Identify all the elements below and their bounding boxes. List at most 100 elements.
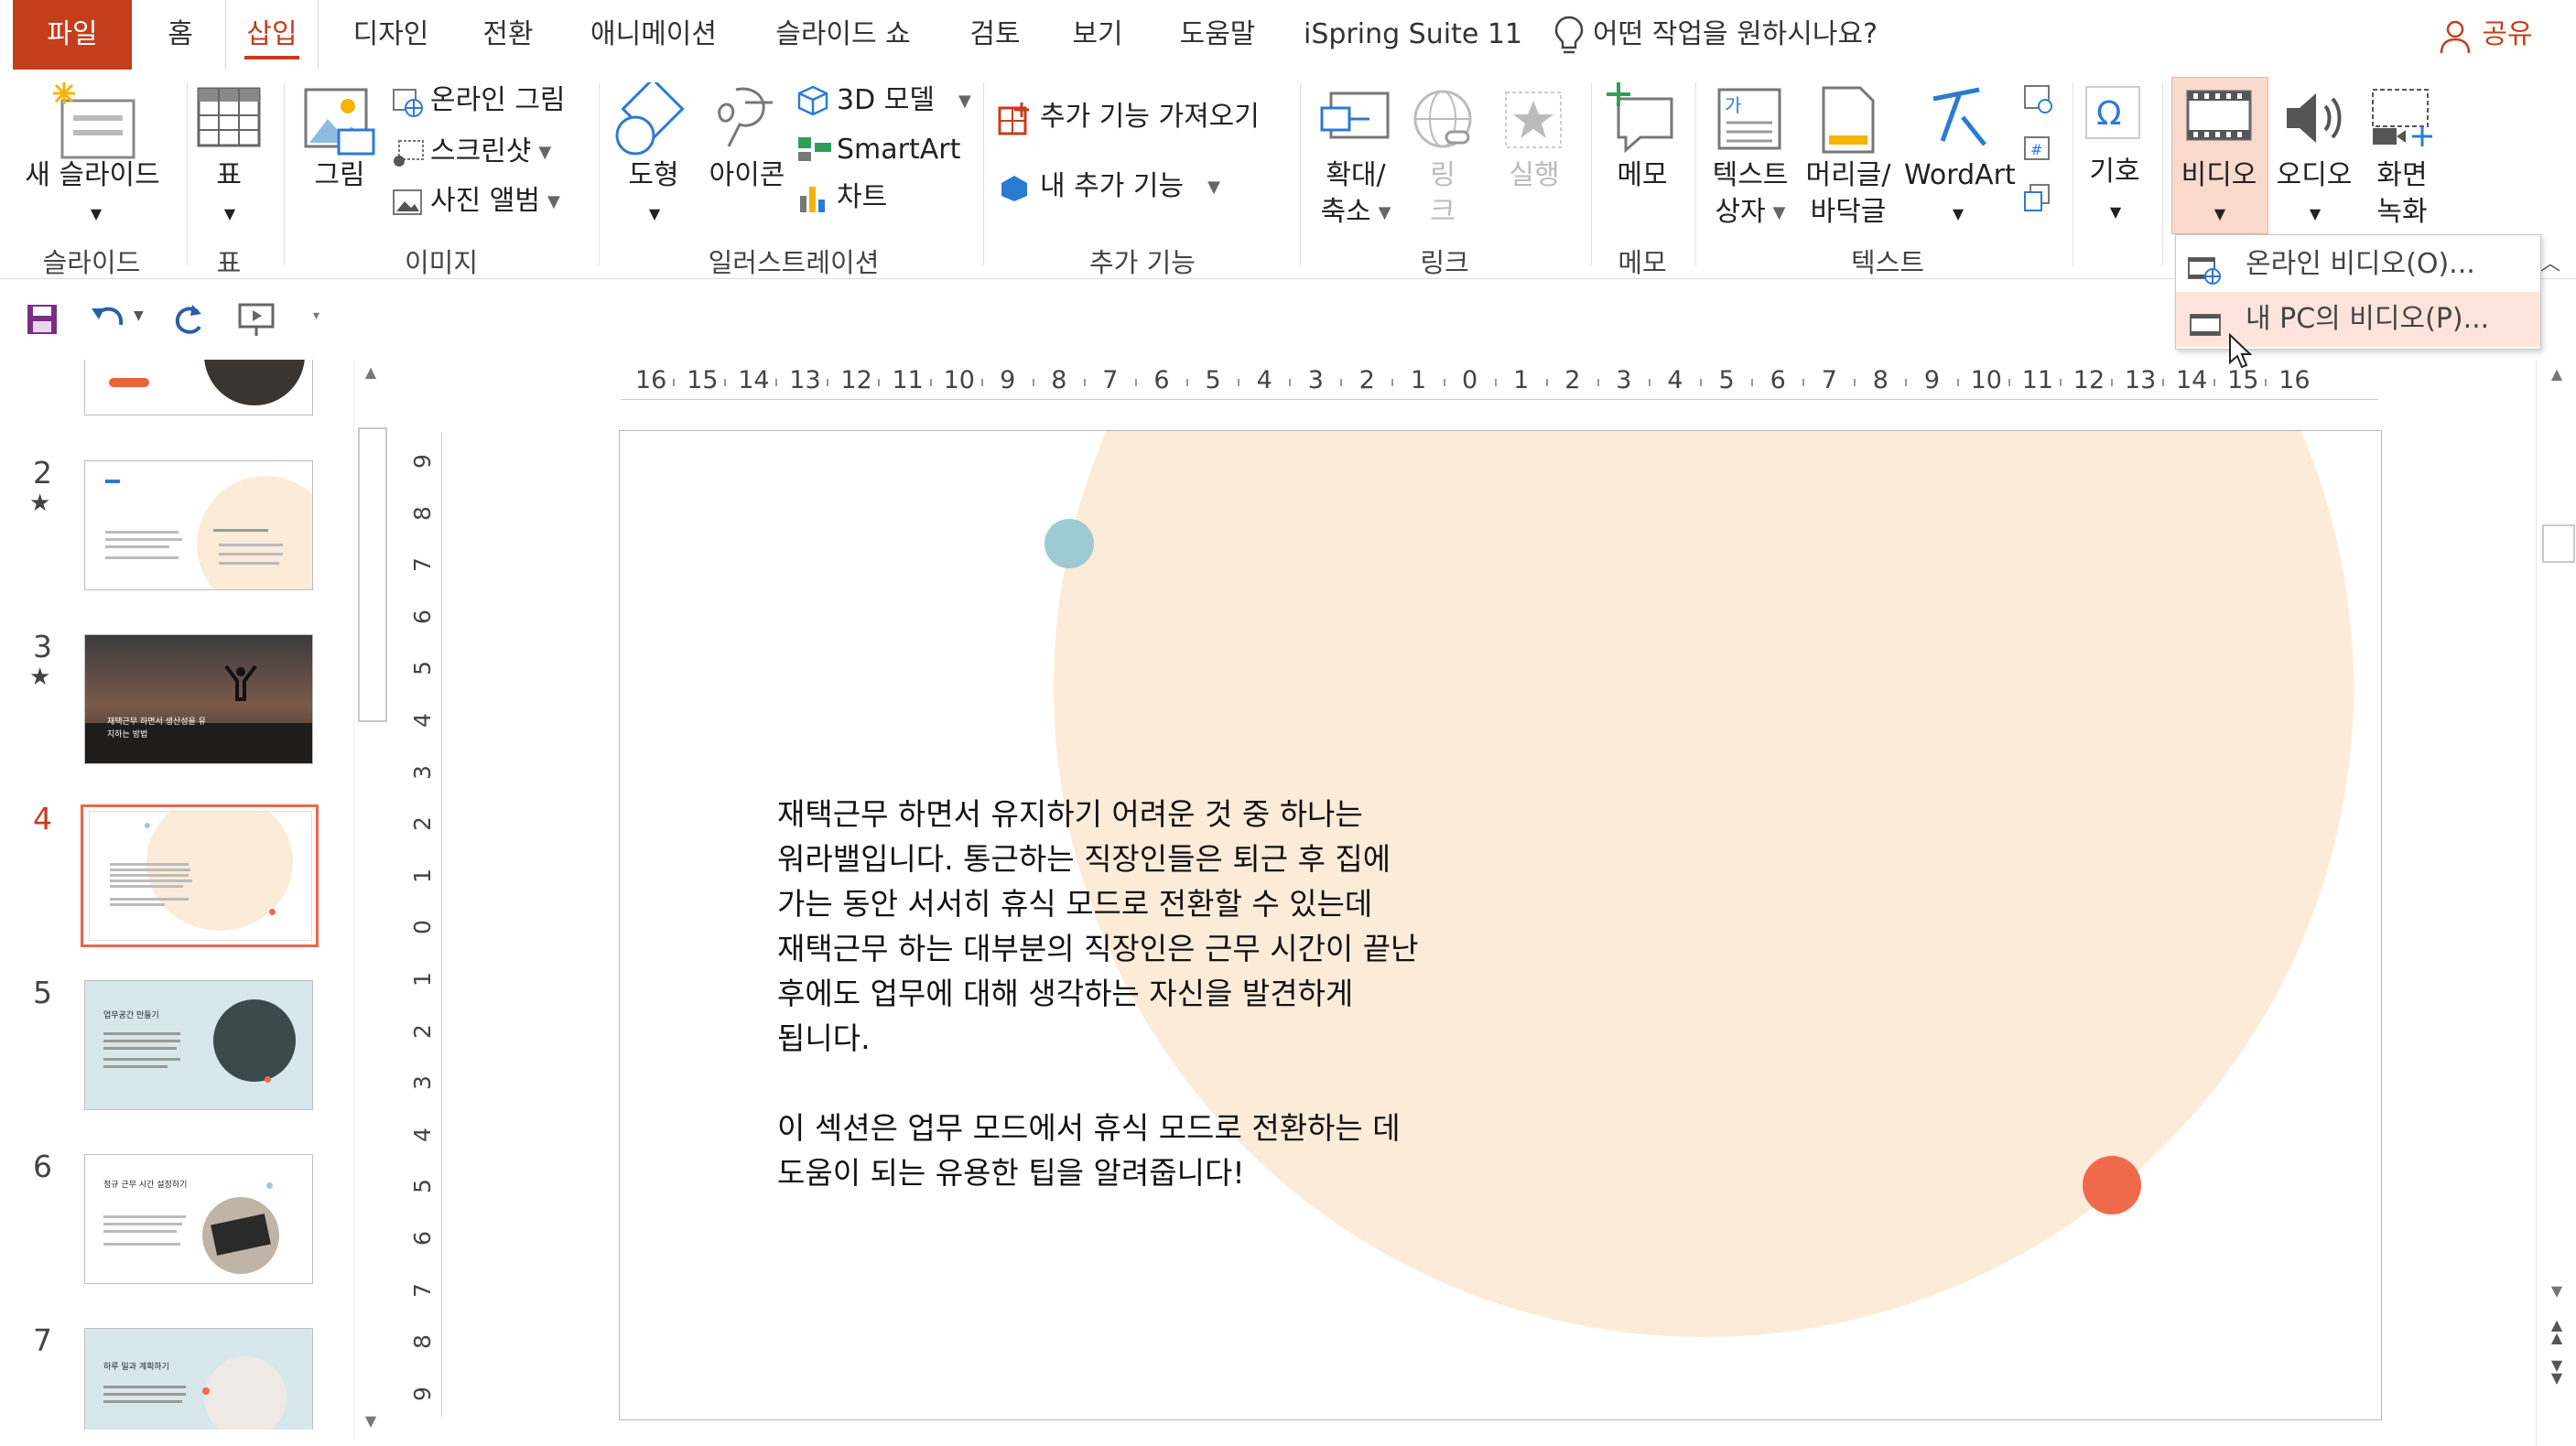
new-slide-button[interactable]: 새 슬라이드 [15, 157, 170, 194]
chevron-down-icon[interactable]: ▼ [641, 196, 668, 232]
scroll-up-icon[interactable]: ▲ [362, 363, 380, 382]
scrollbar-thumb[interactable] [358, 427, 387, 722]
slide-number: 6 [33, 1149, 52, 1184]
online-video-menu-item[interactable]: 온라인 비디오(O)... [2176, 237, 2540, 292]
video-button[interactable]: 비디오 [2173, 157, 2265, 194]
slide-4[interactable]: 재택근무 하면서 유지하기 어려운 것 중 하나는 워라밸입니다. 통근하는 직장… [619, 430, 2382, 1420]
slide-thumbnail-2[interactable] [84, 460, 313, 590]
video-film-icon [2184, 86, 2254, 145]
slide-thumbnail-5[interactable]: 업무공간 만들기 [84, 980, 313, 1110]
symbols-button[interactable]: 기호 [2080, 154, 2149, 190]
thumbnail-scrollbar[interactable]: ▲ ▼ [353, 360, 387, 1440]
chevron-down-icon[interactable]: ▼ [2206, 196, 2234, 232]
comment-button[interactable]: 메모 [1604, 157, 1681, 194]
header-footer-button-line2[interactable]: 바닥글 [1800, 194, 1897, 231]
tab-slideshow[interactable]: 슬라이드 쇼 [765, 0, 921, 70]
slide-thumbnail-4-selected[interactable] [81, 804, 319, 947]
ruler-tick-label: 7 [409, 1282, 436, 1298]
redo-icon[interactable] [170, 301, 207, 338]
smartart-icon [796, 134, 833, 165]
next-slide-icon[interactable]: ▼ ▼ [2546, 1358, 2568, 1387]
chevron-down-icon[interactable]: ▼ [2102, 194, 2129, 231]
link-button-line2[interactable]: 크 [1424, 194, 1461, 231]
text-box-button[interactable]: 텍스트 [1705, 157, 1796, 194]
icons-button[interactable]: 아이콘 [699, 157, 795, 194]
tab-transitions[interactable]: 전환 [476, 0, 540, 70]
text-line: 이 섹션은 업무 모드에서 휴식 모드로 전환하는 데 [777, 1110, 1401, 1146]
presentation-icon[interactable] [236, 299, 276, 340]
tab-animations[interactable]: 애니메이션 [580, 0, 727, 70]
action-button[interactable]: 실행 [1499, 157, 1569, 194]
tab-view[interactable]: 보기 [1067, 0, 1128, 70]
slide-thumbnail-6[interactable]: 정규 근무 시간 설정하기 [84, 1154, 313, 1284]
slide-number: 7 [33, 1322, 52, 1358]
slide-body-text[interactable]: 재택근무 하면서 유지하기 어려운 것 중 하나는 워라밸입니다. 통근하는 직장… [777, 792, 1491, 1341]
save-icon[interactable] [24, 301, 60, 338]
customize-qat-icon[interactable]: ▾ [313, 308, 331, 327]
smartart-button[interactable]: SmartArt [837, 132, 960, 168]
tab-review[interactable]: 검토 [965, 0, 1025, 70]
link-button[interactable]: 링 [1424, 157, 1461, 194]
get-add-ins-button[interactable]: 추가 기능 가져오기 [1040, 99, 1260, 135]
3d-model-button[interactable]: 3D 모델 ▼ [837, 82, 971, 120]
previous-slide-icon[interactable]: ▲ ▲ [2546, 1318, 2568, 1346]
group-label-illustrations: 일러스트레이션 [708, 247, 880, 278]
scroll-down-icon[interactable]: ▼ [2548, 1282, 2566, 1300]
ruler-tick-mark [1596, 379, 1599, 386]
chevron-down-icon[interactable]: ▼ [2301, 196, 2329, 232]
audio-button[interactable]: 오디오 [2268, 157, 2360, 194]
zoom-button[interactable]: 확대/ [1315, 157, 1397, 194]
slide-thumbnail-3[interactable]: 재택근무 하면서 생산성을 유지하는 방법 [84, 634, 313, 764]
share-button[interactable]: 공유 [2477, 0, 2538, 70]
chevron-down-icon[interactable]: ▼ [216, 196, 244, 232]
screen-recording-button-line2[interactable]: 녹화 [2365, 194, 2439, 231]
canvas-scrollbar[interactable]: ▲ ▼ ▲ ▲ ▼ ▼ [2536, 360, 2576, 1446]
vertical-ruler: 9 8 7 6 5 4 3 2 1 0 1 2 3 4 5 6 7 8 9 [406, 432, 445, 1417]
wordart-icon [1922, 81, 1992, 150]
group-label-tables: 표 [216, 247, 242, 278]
shapes-button[interactable]: 도형 [619, 157, 688, 194]
screen-recording-button[interactable]: 화면 [2365, 157, 2439, 194]
undo-dropdown-icon[interactable]: ▼ [134, 308, 150, 325]
chart-button[interactable]: 차트 [837, 179, 887, 216]
picture-button[interactable]: 그림 [298, 157, 381, 194]
tab-design[interactable]: 디자인 [341, 0, 441, 70]
photo-album-button[interactable]: 사진 앨범 ▼ [430, 183, 560, 221]
scroll-down-icon[interactable]: ▼ [362, 1412, 380, 1430]
ruler-tick-label: 1 [1513, 366, 1530, 394]
text-box-button-line2[interactable]: 상자 ▼ [1695, 194, 1805, 232]
header-footer-button[interactable]: 머리글/ [1800, 157, 1897, 194]
text-small-icons: # [2021, 82, 2054, 218]
ruler-tick-label: 8 [1051, 366, 1067, 394]
my-add-ins-button[interactable]: 내 추가 기능 ▼ [1040, 168, 1220, 206]
tab-insert[interactable]: 삽입 [225, 0, 319, 70]
screenshot-button[interactable]: 스크린샷 ▼ [430, 134, 551, 171]
ruler-tick-label: 3 [1307, 366, 1324, 394]
slide-number: 2 [33, 455, 52, 491]
table-button[interactable]: 표 [192, 157, 265, 194]
chevron-down-icon[interactable]: ▼ [82, 196, 110, 232]
undo-icon[interactable] [88, 301, 128, 338]
slide-thumbnail-1[interactable] [84, 360, 313, 415]
ruler-tick-mark [827, 379, 829, 386]
chevron-down-icon[interactable]: ▼ [1944, 196, 1972, 232]
orange-dot-shape[interactable] [2083, 1156, 2141, 1214]
slide-thumbnail-7[interactable]: 하루 일과 계획하기 [84, 1328, 313, 1430]
ruler-tick-label: 5 [1718, 366, 1735, 394]
zoom-button-line2[interactable]: 축소 ▼ [1305, 194, 1406, 232]
ruler-tick-mark [1443, 379, 1445, 386]
tab-file[interactable]: 파일 [13, 0, 132, 70]
ruler-tick-mark [2161, 379, 2164, 386]
collapse-ribbon-icon[interactable]: ︿ [2538, 247, 2563, 275]
svg-text:#: # [2030, 141, 2042, 158]
tab-home[interactable]: 홈 [156, 0, 205, 70]
wordart-button[interactable]: WordArt [1904, 157, 2016, 194]
tab-ispring[interactable]: iSpring Suite 11 [1304, 0, 1522, 70]
scroll-up-icon[interactable]: ▲ [2548, 365, 2566, 383]
tell-me-search[interactable]: 어떤 작업을 원하시나요? [1593, 0, 1904, 70]
add-ins-store-icon [996, 101, 1033, 137]
online-picture-button[interactable]: 온라인 그림 [430, 82, 566, 119]
scrollbar-thumb[interactable] [2542, 524, 2575, 563]
tab-help[interactable]: 도움말 [1174, 0, 1261, 70]
teal-dot-shape[interactable] [1044, 519, 1094, 568]
